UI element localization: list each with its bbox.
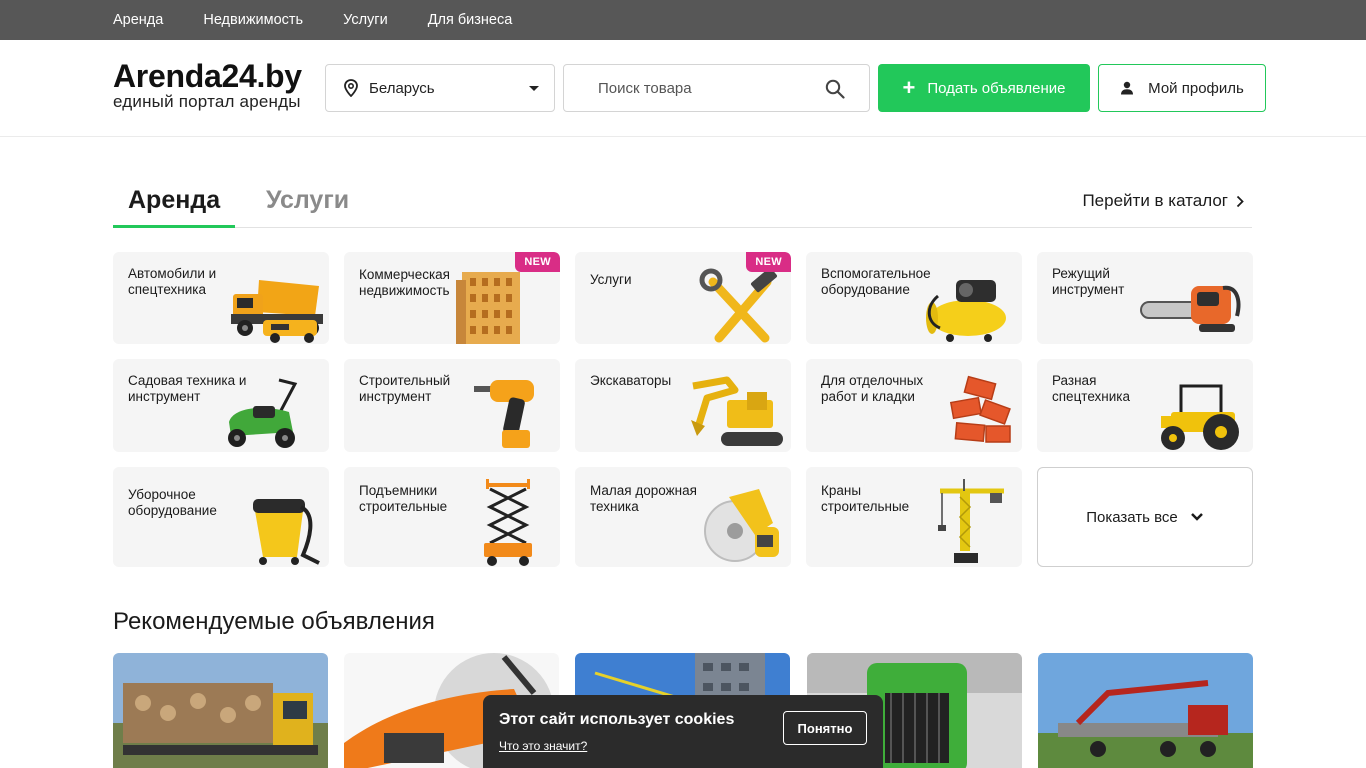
category-label: Краны строительные: [821, 483, 910, 514]
category-card-construction-tools[interactable]: Строительный инструмент: [344, 359, 560, 452]
region-select[interactable]: Беларусь: [325, 64, 555, 112]
logo-subtitle: единый портал аренды: [113, 92, 301, 111]
cut-off-saw-icon: [704, 489, 779, 562]
category-label: Услуги: [590, 272, 632, 287]
hammer-wrench-icon: [699, 267, 777, 343]
topnav-link-business[interactable]: Для бизнеса: [428, 12, 513, 28]
category-card-garden[interactable]: Садовая техника и инструмент: [113, 359, 329, 452]
chevron-right-icon: [1236, 195, 1244, 207]
category-card-cutting-tools[interactable]: Режущий инструмент: [1037, 252, 1253, 344]
region-value: Беларусь: [369, 79, 435, 97]
category-card-finishing[interactable]: Для отделочных работ и кладки: [806, 359, 1022, 452]
new-badge: NEW: [515, 252, 560, 272]
category-card-excavators[interactable]: Экскаваторы: [575, 359, 791, 452]
category-card-cranes[interactable]: Краны строительные: [806, 467, 1022, 567]
listing-card[interactable]: [113, 653, 328, 768]
tractor-icon: [1161, 384, 1239, 450]
search-input[interactable]: [598, 65, 838, 111]
site-header: Arenda24.by единый портал аренды Беларус…: [0, 40, 1366, 137]
listing-photo-timber-truck: [113, 653, 328, 768]
category-label: Уборочное оборудование: [128, 487, 217, 518]
building-icon: [456, 272, 520, 344]
listing-photo-crane-truck: [1038, 653, 1253, 768]
logo-title: Arenda24.by: [113, 58, 302, 94]
bricks-icon: [949, 375, 1011, 443]
topnav-link-rent[interactable]: Аренда: [113, 12, 163, 28]
cookie-accept-button[interactable]: Понятно: [783, 711, 867, 745]
catalog-link-label: Перейти в каталог: [1082, 191, 1228, 210]
profile-button[interactable]: Мой профиль: [1098, 64, 1266, 112]
search-box: [563, 64, 870, 112]
drill-icon: [474, 380, 534, 448]
cookie-text: Этот сайт использует cookies: [499, 711, 735, 728]
plus-icon: +: [902, 75, 916, 100]
category-card-vehicles[interactable]: Автомобили и спецтехника: [113, 252, 329, 344]
catalog-link[interactable]: Перейти в каталог: [1082, 191, 1244, 211]
location-pin-icon: [344, 79, 358, 97]
cookie-banner: Этот сайт использует cookies Что это зна…: [483, 695, 883, 768]
category-label: Для отделочных работ и кладки: [821, 373, 924, 404]
tab-rent[interactable]: Аренда: [113, 186, 236, 228]
lawn-mower-icon: [228, 378, 298, 448]
listing-card[interactable]: [1038, 653, 1253, 768]
logo[interactable]: Arenda24.by единый портал аренды: [113, 57, 302, 111]
scissor-lift-icon: [484, 479, 532, 566]
chevron-down-icon: [529, 86, 539, 91]
category-label: Подъемники строительные: [359, 483, 448, 514]
post-ad-label: Подать объявление: [927, 79, 1066, 97]
topnav-link-services[interactable]: Услуги: [343, 12, 388, 28]
category-card-commercial-realty[interactable]: Коммерческая недвижимость NEW: [344, 252, 560, 344]
category-card-special-machinery[interactable]: Разная спецтехника: [1037, 359, 1253, 452]
post-ad-button[interactable]: + Подать объявление: [878, 64, 1090, 112]
category-card-cleaning[interactable]: Уборочное оборудование: [113, 467, 329, 567]
category-tabs: Аренда Услуги Перейти в каталог: [113, 177, 1252, 228]
chevron-down-icon: [1190, 513, 1203, 521]
search-icon[interactable]: [825, 79, 845, 99]
tab-services[interactable]: Услуги: [251, 186, 364, 228]
category-card-road-machinery[interactable]: Малая дорожная техника: [575, 467, 791, 567]
compressor-icon: [926, 280, 1006, 342]
category-label: Малая дорожная техника: [590, 483, 697, 514]
tower-crane-icon: [938, 479, 1004, 563]
top-nav: Аренда Недвижимость Услуги Для бизнеса: [0, 0, 1366, 40]
new-badge: NEW: [746, 252, 791, 272]
cookie-info-link[interactable]: Что это значит?: [499, 739, 587, 753]
topnav-link-realty[interactable]: Недвижимость: [203, 12, 303, 28]
show-all-button[interactable]: Показать все: [1037, 467, 1253, 567]
category-card-lifts[interactable]: Подъемники строительные: [344, 467, 560, 567]
excavator-icon: [691, 376, 783, 446]
profile-label: Мой профиль: [1148, 79, 1244, 97]
chainsaw-icon: [1140, 285, 1241, 332]
category-card-services[interactable]: Услуги NEW: [575, 252, 791, 344]
user-icon: [1121, 81, 1134, 95]
vacuum-icon: [253, 499, 320, 565]
dump-truck-icon: [231, 280, 323, 343]
category-label: Строительный инструмент: [359, 373, 451, 404]
category-card-aux-equipment[interactable]: Вспомогательное оборудование: [806, 252, 1022, 344]
recommended-title: Рекомендуемые объявления: [113, 608, 435, 635]
show-all-label: Показать все: [1086, 508, 1178, 526]
